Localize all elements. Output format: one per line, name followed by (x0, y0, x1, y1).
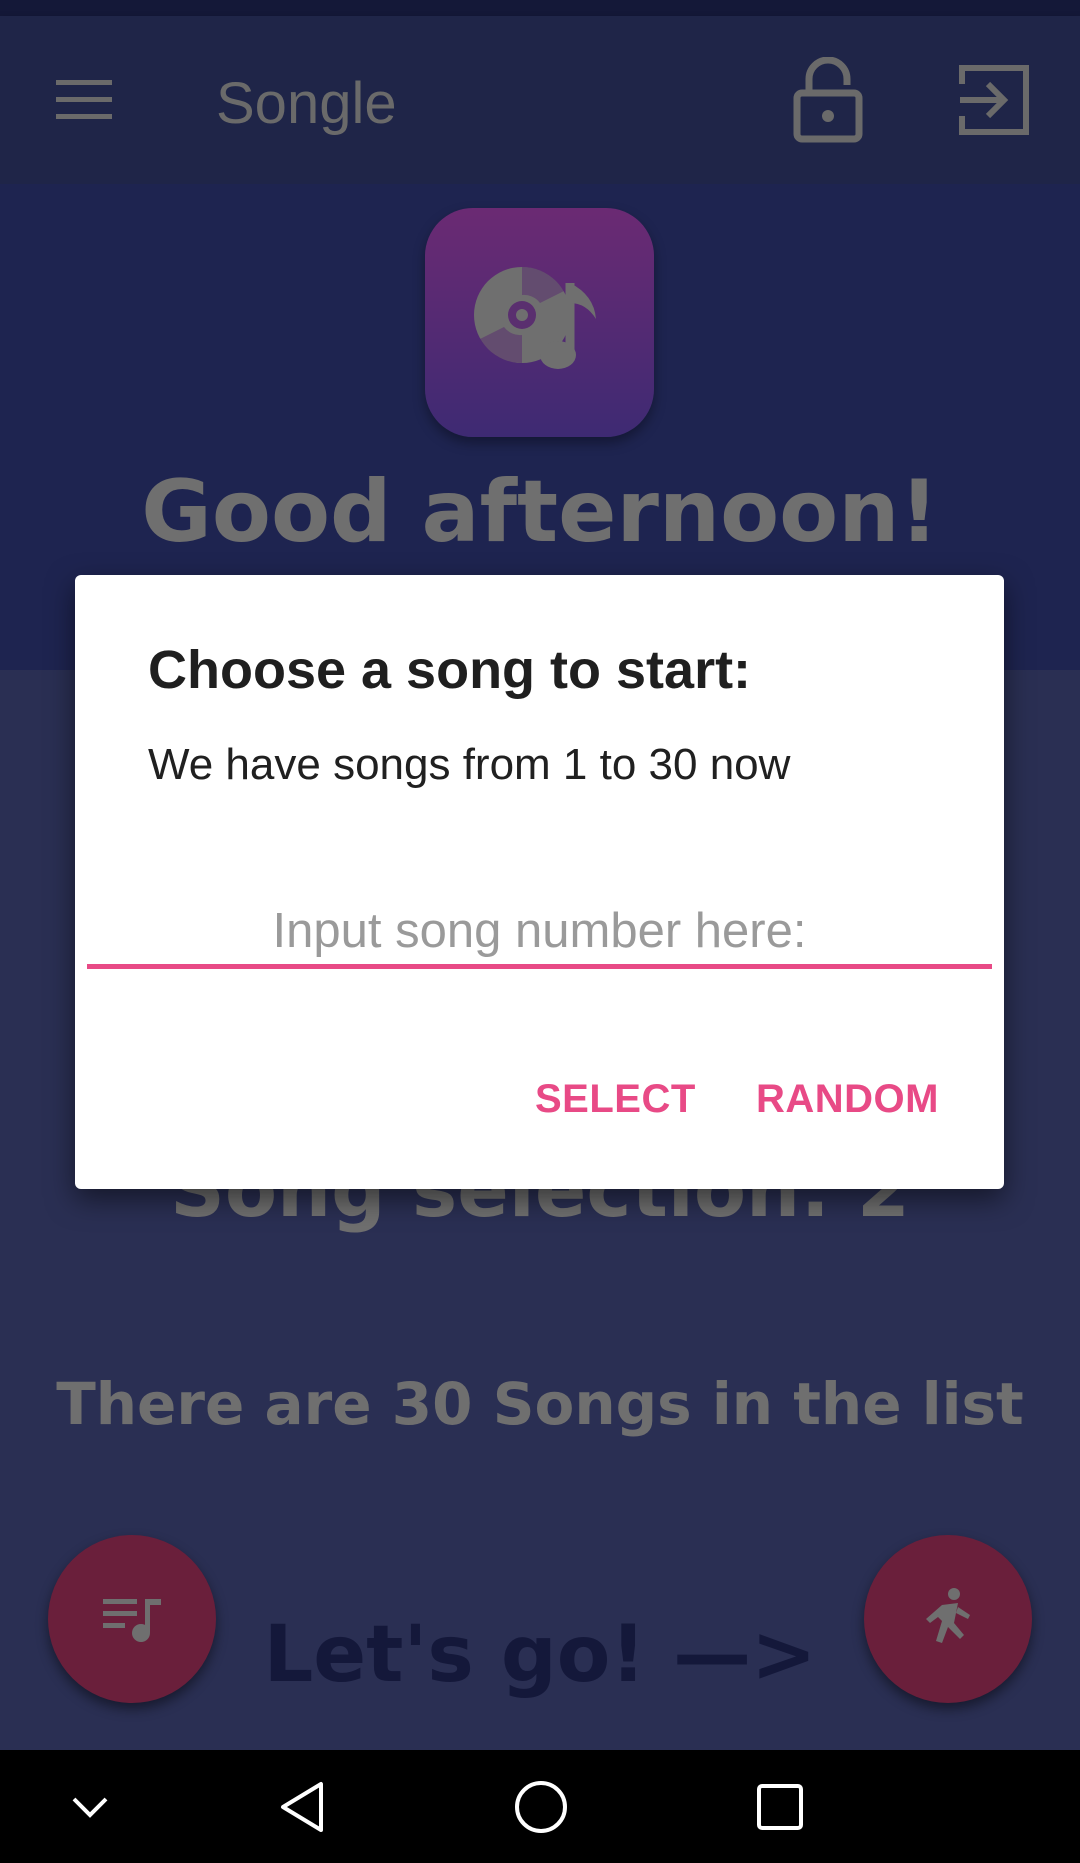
select-button[interactable]: SELECT (535, 1077, 696, 1122)
chevron-down-icon (72, 1797, 108, 1818)
exit-button[interactable] (946, 52, 1042, 148)
menu-icon (56, 80, 112, 119)
song-number-input[interactable] (87, 897, 992, 969)
exit-icon (959, 65, 1029, 135)
lock-open-icon (793, 57, 863, 143)
recents-icon (757, 1784, 803, 1830)
recents-button[interactable] (748, 1776, 812, 1838)
dialog-message: We have songs from 1 to 30 now (148, 740, 791, 789)
start-game-fab[interactable] (864, 1535, 1032, 1703)
unlock-button[interactable] (780, 52, 876, 148)
system-nav-bar (0, 1750, 1080, 1863)
song-count-text: There are 30 Songs in the list (56, 1370, 1024, 1438)
app-bar: Songle (0, 16, 1080, 184)
home-icon (515, 1781, 567, 1833)
dialog-title: Choose a song to start: (148, 640, 752, 700)
choose-song-dialog: Choose a song to start: We have songs fr… (75, 575, 1004, 1189)
playlist-music-icon (103, 1599, 161, 1642)
keyboard-hide-button[interactable] (60, 1780, 120, 1834)
status-bar (0, 0, 1080, 16)
back-button[interactable] (268, 1776, 334, 1838)
app-title: Songle (216, 71, 397, 136)
song-list-fab[interactable] (48, 1535, 216, 1703)
random-button[interactable]: RANDOM (756, 1077, 939, 1122)
app-logo (425, 208, 654, 437)
menu-button[interactable] (40, 56, 128, 144)
run-icon (926, 1588, 970, 1643)
home-button[interactable] (508, 1774, 574, 1840)
greeting-text: Good afternoon! (141, 462, 939, 562)
music-disc-icon (473, 266, 596, 369)
back-icon (281, 1782, 323, 1832)
